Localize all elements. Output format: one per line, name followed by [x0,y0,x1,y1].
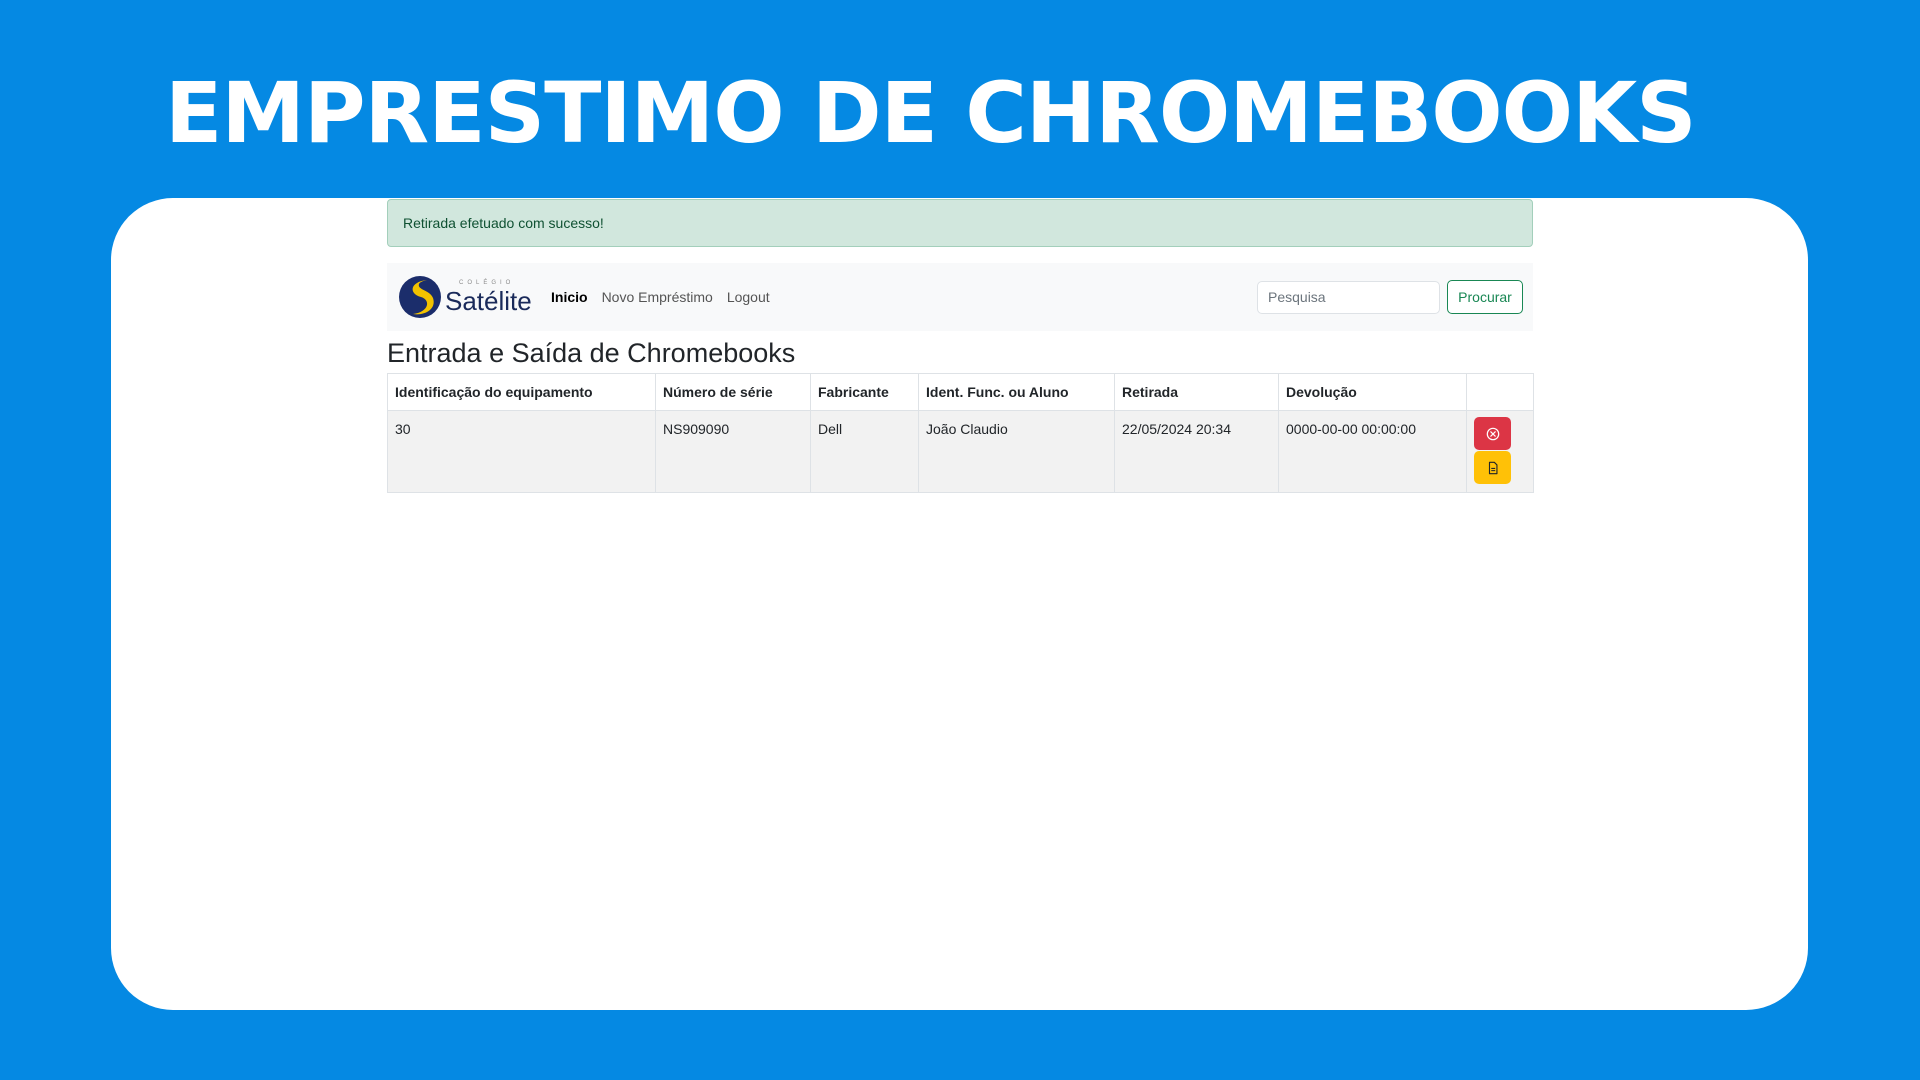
logo-globe-icon [399,276,441,318]
success-alert: Retirada efetuado com sucesso! [387,199,1533,247]
slide-title: EMPRESTIMO DE CHROMEBOOKS [165,64,1697,162]
cell-person: João Claudio [918,410,1115,493]
school-logo[interactable]: COLÉGIO Satélite [397,272,539,322]
content-card: Retirada efetuado com sucesso! COLÉGIO S… [111,198,1808,1010]
nav-link-novo-emprestimo[interactable]: Novo Empréstimo [602,289,713,305]
nav-links: Inicio Novo Empréstimo Logout [551,289,784,305]
column-header-person: Ident. Func. ou Aluno [918,373,1115,411]
search-button[interactable]: Procurar [1447,280,1523,314]
column-header-id: Identificação do equipamento [387,373,656,411]
delete-button[interactable] [1474,417,1511,450]
app-window: Retirada efetuado com sucesso! COLÉGIO S… [387,199,1534,493]
cell-checkout: 22/05/2024 20:34 [1114,410,1279,493]
column-header-actions [1466,373,1534,411]
cell-actions [1466,410,1534,493]
table-row: 30 NS909090 Dell João Claudio 22/05/2024… [387,410,1534,493]
column-header-checkout: Retirada [1114,373,1279,411]
loans-table: Identificação do equipamento Número de s… [387,373,1534,493]
x-circle-icon [1486,427,1499,440]
alert-message: Retirada efetuado com sucesso! [403,215,604,231]
cell-return: 0000-00-00 00:00:00 [1278,410,1467,493]
column-header-return: Devolução [1278,373,1467,411]
column-header-serial: Número de série [655,373,811,411]
logo-text: COLÉGIO Satélite [445,280,532,314]
nav-link-logout[interactable]: Logout [727,289,770,305]
page-heading: Entrada e Saída de Chromebooks [387,338,796,368]
navbar: COLÉGIO Satélite Inicio Novo Empréstimo … [387,263,1533,331]
cell-id: 30 [387,410,656,493]
search-input[interactable] [1257,280,1440,314]
logo-name: Satélite [445,286,532,316]
search-form: Procurar [1257,280,1523,314]
column-header-manufacturer: Fabricante [810,373,919,411]
file-icon [1488,461,1498,474]
nav-link-inicio[interactable]: Inicio [551,289,588,305]
cell-manufacturer: Dell [810,410,919,493]
edit-button[interactable] [1474,451,1511,484]
cell-serial: NS909090 [655,410,811,493]
table-header-row: Identificação do equipamento Número de s… [387,373,1534,411]
